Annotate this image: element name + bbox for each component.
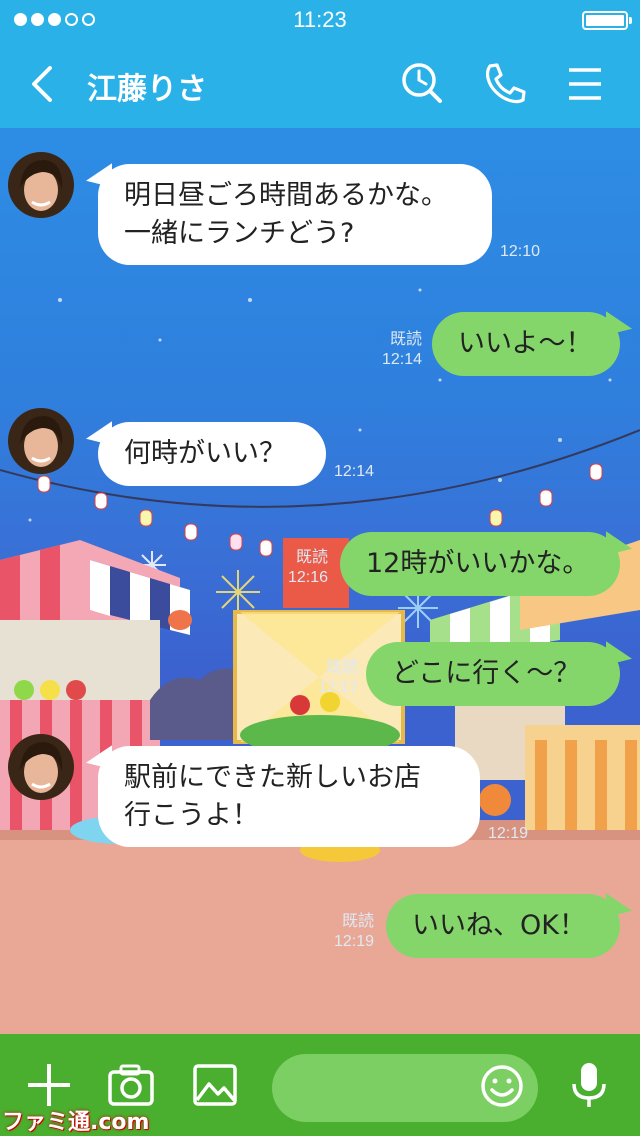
avatar-image <box>8 152 74 218</box>
message-bubble-outgoing[interactable]: いいね、OK！ <box>386 894 620 958</box>
message-line: どこに行く～？ <box>392 658 581 689</box>
message-line: 行こうよ！ <box>124 800 259 831</box>
message-meta: 既読 12:19 <box>322 912 374 952</box>
message-bubble-incoming[interactable]: 明日昼ごろ時間あるかな。 一緒にランチどう? <box>98 164 492 265</box>
message-meta: 12:10 <box>500 242 540 262</box>
battery-icon <box>582 11 632 30</box>
message-line: いいね、OK！ <box>412 910 586 941</box>
back-button[interactable] <box>20 62 64 106</box>
status-bar: 11:23 <box>0 0 640 40</box>
message-bubble-outgoing[interactable]: どこに行く～？ <box>366 642 620 706</box>
message-bubble-outgoing[interactable]: いいよ～！ <box>432 312 620 376</box>
message-line: 明日昼ごろ時間あるかな。 <box>124 180 448 211</box>
emoji-button[interactable] <box>478 1062 526 1110</box>
message-line: 駅前にできた新しいお店 <box>124 762 421 793</box>
read-receipt: 既読 <box>341 913 374 930</box>
menu-button[interactable] <box>560 60 608 108</box>
watermark-logo: ファミ通.com <box>2 1110 150 1135</box>
message-meta: 12:14 <box>334 462 374 482</box>
read-receipt: 既読 <box>389 331 422 348</box>
partner-avatar[interactable] <box>8 734 74 800</box>
message-meta: 12:19 <box>488 824 528 844</box>
message-bubble-incoming[interactable]: 何時がいい？ <box>98 422 326 486</box>
message-time: 12:19 <box>333 933 374 950</box>
message-meta: 既読 12:16 <box>276 548 328 588</box>
menu-icon <box>569 68 601 100</box>
chat-message-list[interactable]: 明日昼ごろ時間あるかな。 一緒にランチどう? 12:10 既読 12:14 いい… <box>0 128 640 1034</box>
avatar-image <box>8 408 74 474</box>
back-chevron-icon <box>32 66 52 102</box>
history-search-button[interactable] <box>398 60 446 108</box>
phone-icon <box>485 63 526 104</box>
image-button[interactable] <box>190 1060 240 1110</box>
message-time: 12:14 <box>381 351 422 368</box>
message-line: いいよ～！ <box>458 328 593 359</box>
message-time: 12:17 <box>317 679 358 696</box>
status-time: 11:23 <box>293 7 347 32</box>
add-attachment-button[interactable] <box>24 1060 74 1110</box>
message-time: 12:10 <box>500 243 541 260</box>
read-receipt: 既読 <box>325 659 358 676</box>
chat-header: 江藤りさ <box>0 40 640 128</box>
call-button[interactable] <box>480 60 528 108</box>
message-time: 12:14 <box>334 463 375 480</box>
avatar-image <box>8 734 74 800</box>
message-bubble-outgoing[interactable]: 12時がいいかな。 <box>340 532 620 596</box>
emoji-icon <box>481 1065 523 1107</box>
partner-avatar[interactable] <box>8 152 74 218</box>
message-line: 一緒にランチどう? <box>124 218 355 249</box>
plus-icon <box>28 1064 70 1106</box>
image-icon <box>193 1064 237 1106</box>
message-bubble-incoming[interactable]: 駅前にできた新しいお店 行こうよ！ <box>98 746 480 847</box>
message-line: 何時がいい？ <box>124 438 286 469</box>
message-meta: 既読 12:17 <box>306 658 358 698</box>
message-time: 12:16 <box>287 569 328 586</box>
message-time: 12:19 <box>488 825 529 842</box>
chat-partner-name: 江藤りさ <box>87 72 207 107</box>
search-history-icon <box>402 63 442 103</box>
message-line: 12時がいいかな。 <box>366 548 590 579</box>
message-meta: 既読 12:14 <box>370 330 422 370</box>
voice-message-button[interactable] <box>564 1060 614 1110</box>
camera-icon <box>108 1064 154 1106</box>
microphone-icon <box>572 1063 606 1107</box>
camera-button[interactable] <box>106 1060 156 1110</box>
partner-avatar[interactable] <box>8 408 74 474</box>
read-receipt: 既読 <box>295 549 328 566</box>
